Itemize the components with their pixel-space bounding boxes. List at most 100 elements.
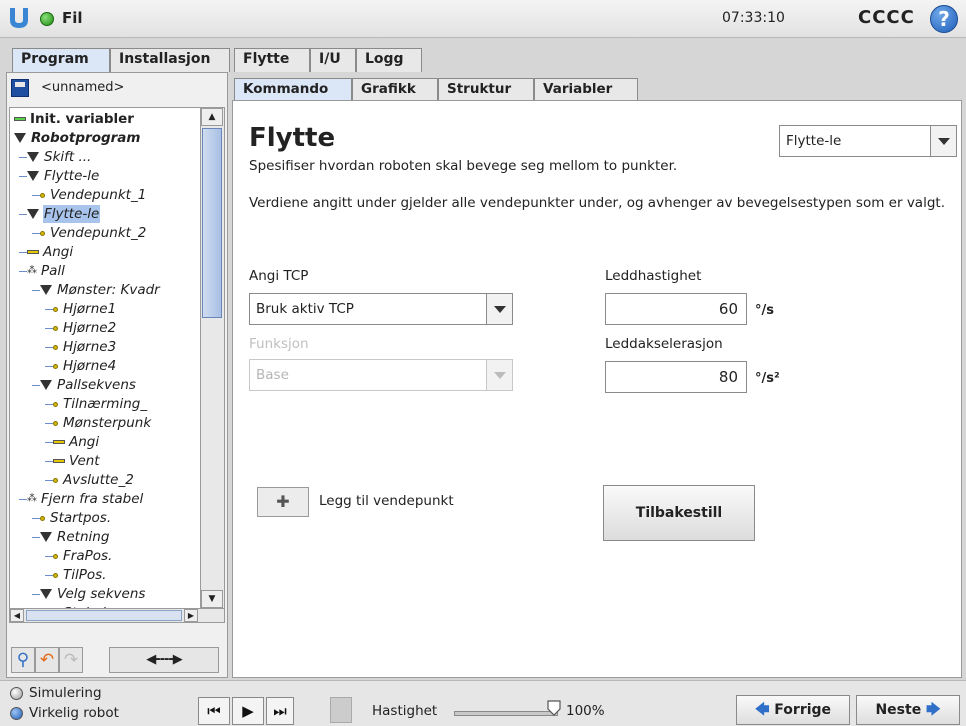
tree-node[interactable]: Startpos. <box>40 509 112 527</box>
tree-node[interactable]: ⁂ Fjern fra stabel <box>27 490 144 508</box>
search-icon[interactable]: ⚲ <box>11 647 35 673</box>
tree-node-label: Retning <box>57 529 110 545</box>
scroll-left-icon[interactable]: ◀ <box>10 609 24 622</box>
triangle-icon <box>40 285 52 295</box>
tree-node[interactable]: Velg sekvens <box>40 585 146 603</box>
scroll-down-icon[interactable]: ▼ <box>201 590 223 608</box>
tab-io[interactable]: I/U <box>310 48 356 72</box>
tab-installation[interactable]: Installasjon <box>110 48 230 72</box>
save-icon[interactable] <box>11 79 29 97</box>
variables-icon <box>14 117 26 121</box>
joint-accel-field[interactable]: 80 <box>605 361 747 393</box>
pallet-icon: ⁂ <box>27 493 37 504</box>
arrow-right-icon: 🡆 <box>926 702 941 718</box>
move-node-button[interactable]: ◀----▶ <box>109 647 219 673</box>
play-icon[interactable]: ▶ <box>232 697 264 725</box>
tab-move[interactable]: Flytte <box>234 48 310 72</box>
tree-connector <box>45 347 53 348</box>
tree-node[interactable]: TilPos. <box>53 566 107 584</box>
move-type-select[interactable]: Flytte-le <box>779 125 957 157</box>
tree-node[interactable]: Hjørne1 <box>53 300 117 318</box>
tab-program[interactable]: Program <box>12 48 110 73</box>
tree-node[interactable]: Angi <box>53 433 100 451</box>
tree-node[interactable]: Vent <box>53 452 101 470</box>
tab-command[interactable]: Kommando <box>234 78 352 101</box>
triangle-icon <box>40 532 52 542</box>
function-select: Base <box>249 359 513 391</box>
move-type-value: Flytte-le <box>786 133 842 149</box>
tree-node[interactable]: Retning <box>40 528 110 546</box>
tab-variables[interactable]: Variabler <box>534 78 638 100</box>
tree-node[interactable]: Skift ... <box>27 148 92 166</box>
tree-node[interactable]: Hjørne2 <box>53 319 117 337</box>
redo-icon[interactable]: ↷ <box>59 647 83 673</box>
tree-connector <box>19 214 27 215</box>
tree-node[interactable]: Avslutte_2 <box>53 471 135 489</box>
stop-icon[interactable] <box>330 697 352 723</box>
tree-node[interactable]: Flytte-le <box>27 205 101 223</box>
tree-node[interactable]: Tilnærming_ <box>53 395 148 413</box>
joint-accel-label: Leddakselerasjon <box>605 336 723 352</box>
radio-icon[interactable] <box>10 706 23 720</box>
chevron-down-icon[interactable] <box>930 126 956 156</box>
undo-icon[interactable]: ↶ <box>35 647 59 673</box>
tree-node[interactable]: FraPos. <box>53 547 113 565</box>
chevron-down-icon[interactable] <box>486 294 512 324</box>
file-menu[interactable]: Fil <box>62 9 83 27</box>
program-tree: Init. variabler Robotprogram Skift ... Flyt… <box>9 107 225 623</box>
tree-node-label: Vendepunkt_1 <box>50 187 147 203</box>
tab-structure[interactable]: Struktur <box>438 78 534 100</box>
tree-node[interactable]: Mønster: Kvadr <box>40 281 161 299</box>
tcp-select[interactable]: Bruk aktiv TCP <box>249 293 513 325</box>
reset-button[interactable]: Tilbakestill <box>603 485 755 541</box>
tree-node-label: Init. variabler <box>30 111 134 127</box>
tab-log[interactable]: Logg <box>356 48 422 72</box>
program-name: <unnamed> <box>41 80 125 95</box>
scroll-right-icon[interactable]: ▶ <box>184 609 198 622</box>
add-waypoint-button[interactable]: ✚ <box>257 487 309 517</box>
step-icon[interactable]: ⏭ <box>266 697 294 725</box>
speed-slider-fill <box>455 712 557 715</box>
tree-connector <box>19 271 27 272</box>
tab-graphics[interactable]: Grafikk <box>352 78 438 100</box>
tree-node-label: Avslutte_2 <box>63 472 134 488</box>
tree-node[interactable]: Pallsekvens <box>40 376 137 394</box>
scroll-thumb[interactable] <box>202 128 222 318</box>
tree-node[interactable]: Vendepunkt_1 <box>40 186 147 204</box>
tree-node-label: Vendepunkt_2 <box>50 225 147 241</box>
tree-node-label: Tilnærming_ <box>63 396 148 412</box>
radio-icon[interactable] <box>10 686 23 700</box>
simulation-option[interactable]: Simulering <box>10 685 102 701</box>
skip-back-icon[interactable]: ⏮ <box>198 697 230 725</box>
joint-speed-field[interactable]: 60 <box>605 293 747 325</box>
help-button[interactable]: ? <box>930 5 958 33</box>
tree-node[interactable]: Flytte-le <box>27 167 100 185</box>
tree-node-label: Hjørne1 <box>63 301 117 317</box>
tree-node[interactable]: Hjørne4 <box>53 357 117 375</box>
ur-logo-icon <box>10 8 28 28</box>
tree-connector <box>45 423 53 424</box>
real-robot-option[interactable]: Virkelig robot <box>10 705 119 721</box>
speed-slider[interactable] <box>454 711 558 716</box>
tree-node[interactable]: ⁂ Pall <box>27 262 66 280</box>
next-button[interactable]: Neste 🡆 <box>856 695 960 725</box>
scroll-up-icon[interactable]: ▲ <box>201 108 223 126</box>
hscroll-thumb[interactable] <box>26 610 182 621</box>
tree-node[interactable]: Angi <box>27 243 74 261</box>
tree-node-label: FraPos. <box>63 548 113 564</box>
tree-node-label: Flytte-le <box>44 168 100 184</box>
waypoint-icon <box>53 572 58 578</box>
tree-node[interactable]: Vendepunkt_2 <box>40 224 147 242</box>
tree-node[interactable]: Init. variabler <box>14 110 135 128</box>
tree-node[interactable]: Robotprogram <box>14 129 141 147</box>
tree-vertical-scrollbar[interactable]: ▲ ▼ <box>200 108 224 608</box>
tree-node[interactable]: Mønsterpunk <box>53 414 152 432</box>
speed-value: 100% <box>566 703 605 719</box>
previous-button[interactable]: 🡄 Forrige <box>736 695 850 725</box>
waypoint-icon <box>40 230 45 236</box>
tree-node-label: Pall <box>41 263 65 279</box>
tree-horizontal-scrollbar[interactable]: ◀ ▶ <box>10 608 224 622</box>
tree-node[interactable]: Hjørne3 <box>53 338 117 356</box>
slider-thumb-icon[interactable] <box>546 700 562 716</box>
triangle-icon <box>27 171 39 181</box>
